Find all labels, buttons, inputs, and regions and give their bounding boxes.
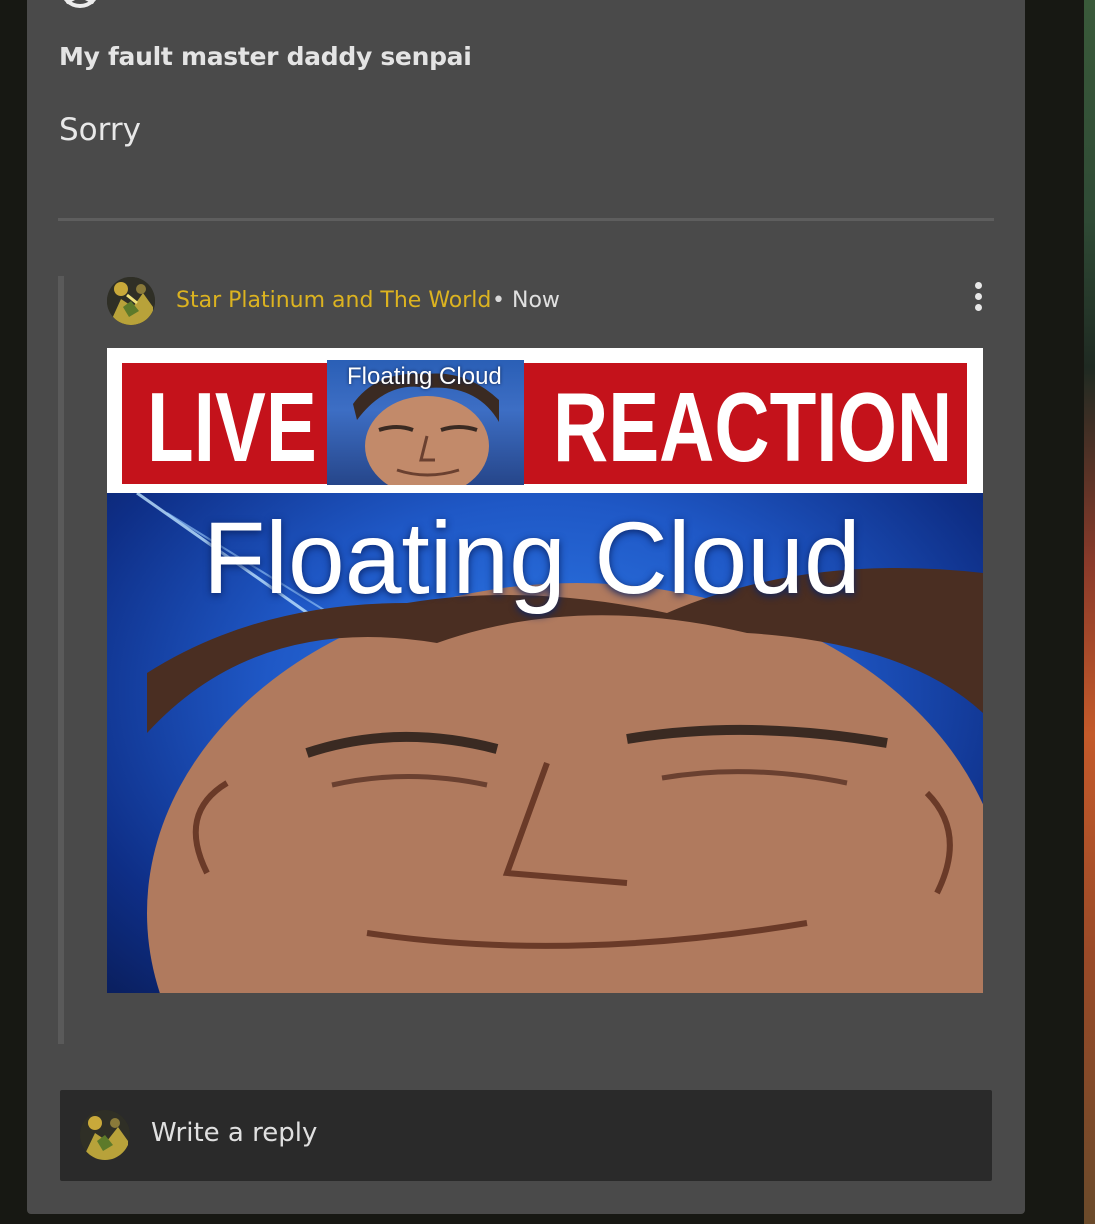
divider [58,218,994,221]
comment-timestamp: Now [512,288,560,313]
menu-dot [975,282,982,289]
comment-image[interactable]: LIVE REACTION Floating Cloud Floating Cl… [107,348,983,993]
thread-line [58,276,64,1044]
banner-reaction-text: REACTION [553,372,953,482]
thumbnail-face: Floating Cloud [327,360,524,485]
meme-main-caption: Floating Cloud [203,501,861,615]
more-vertical-icon[interactable] [966,280,990,314]
thumbnail-label: Floating Cloud [347,363,502,390]
sad-face-icon [64,0,96,8]
separator-dot: • [492,288,505,313]
avatar[interactable] [107,277,155,325]
reply-placeholder[interactable]: Write a reply [151,1118,317,1148]
banner-live-text: LIVE [147,372,317,482]
menu-dot [975,304,982,311]
avatar-image-icon [80,1110,130,1160]
avatar-image-icon [107,277,155,325]
post-title: My fault master daddy senpai [59,42,472,71]
background-strip [1084,0,1095,1224]
menu-dot [975,293,982,300]
avatar [80,1110,130,1160]
comment-author[interactable]: Star Platinum and The World [176,288,491,313]
post-body: Sorry [59,112,141,148]
